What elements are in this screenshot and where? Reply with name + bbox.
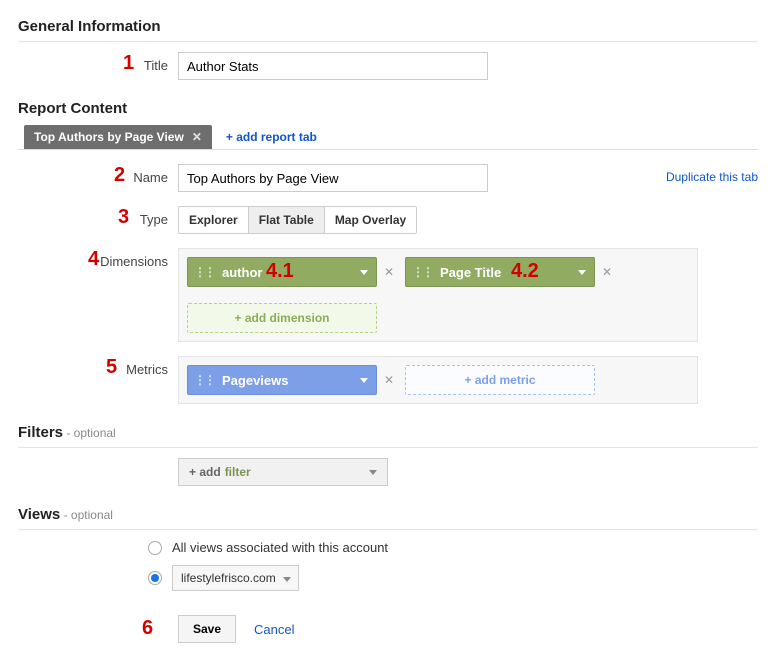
save-button[interactable]: Save	[178, 615, 236, 643]
dimensions-area: ⋮⋮ author 4.1 ✕ ⋮⋮ Page Title 4.2 ✕ + ad…	[178, 248, 698, 342]
chevron-down-icon	[360, 378, 368, 383]
title-label: Title 1	[18, 52, 178, 73]
type-button-group: Explorer Flat Table Map Overlay	[178, 206, 417, 234]
name-label: Name 2	[18, 164, 178, 185]
chevron-down-icon	[283, 577, 291, 582]
section-views-heading: Views - optional	[18, 500, 758, 530]
type-flat-table[interactable]: Flat Table	[249, 207, 325, 233]
annotation-3: 3	[118, 206, 129, 229]
chevron-down-icon	[578, 270, 586, 275]
views-all-label: All views associated with this account	[172, 540, 388, 555]
metrics-area: ⋮⋮ Pageviews ✕ + add metric	[178, 356, 698, 404]
chevron-down-icon	[369, 470, 377, 475]
section-filters-heading: Filters - optional	[18, 418, 758, 448]
annotation-6: 6	[142, 617, 153, 640]
add-metric-button[interactable]: + add metric	[405, 365, 595, 395]
annotation-4: 4	[88, 248, 99, 271]
name-input[interactable]	[178, 164, 488, 192]
dimension-pill-author[interactable]: ⋮⋮ author 4.1	[187, 257, 377, 287]
dimension-pill-page-title[interactable]: ⋮⋮ Page Title 4.2	[405, 257, 595, 287]
drag-grip-icon: ⋮⋮	[412, 265, 432, 279]
tab-active[interactable]: Top Authors by Page View ✕	[24, 125, 212, 149]
section-report-content-heading: Report Content	[18, 94, 758, 123]
annotation-1: 1	[123, 52, 134, 75]
remove-dimension-icon[interactable]: ✕	[381, 264, 397, 280]
tab-active-label: Top Authors by Page View	[34, 130, 184, 144]
save-spacer: 6	[18, 615, 178, 621]
filters-spacer	[18, 458, 178, 464]
add-report-tab[interactable]: + add report tab	[212, 125, 331, 149]
views-all-radio[interactable]	[148, 541, 162, 555]
views-select[interactable]: lifestylefrisco.com	[172, 565, 299, 591]
annotation-4-2: 4.2	[511, 260, 539, 283]
add-dimension-button[interactable]: + add dimension	[187, 303, 377, 333]
annotation-4-1: 4.1	[266, 260, 294, 283]
cancel-link[interactable]: Cancel	[254, 622, 294, 637]
annotation-5: 5	[106, 356, 117, 379]
remove-dimension-icon[interactable]: ✕	[599, 264, 615, 280]
remove-metric-icon[interactable]: ✕	[381, 372, 397, 388]
title-input[interactable]	[178, 52, 488, 80]
metric-pill-pageviews[interactable]: ⋮⋮ Pageviews	[187, 365, 377, 395]
views-specific-radio[interactable]	[148, 571, 162, 585]
tab-close-icon[interactable]: ✕	[192, 130, 202, 144]
dimensions-label: Dimensions 4	[18, 248, 178, 269]
type-explorer[interactable]: Explorer	[179, 207, 249, 233]
duplicate-tab-link[interactable]: Duplicate this tab	[666, 170, 758, 184]
type-label: Type 3	[18, 206, 178, 227]
metric-pill-label: Pageviews	[222, 373, 289, 388]
dimension-pill-label: Page Title	[440, 265, 501, 280]
annotation-2: 2	[114, 164, 125, 187]
section-general-heading: General Information	[18, 12, 758, 42]
chevron-down-icon	[360, 270, 368, 275]
dimension-pill-label: author	[222, 265, 262, 280]
report-tab-bar: Top Authors by Page View ✕ + add report …	[18, 125, 758, 150]
drag-grip-icon: ⋮⋮	[194, 265, 214, 279]
add-filter-button[interactable]: + add filter	[178, 458, 388, 486]
metrics-label: Metrics 5	[18, 356, 178, 377]
type-map-overlay[interactable]: Map Overlay	[325, 207, 416, 233]
drag-grip-icon: ⋮⋮	[194, 373, 214, 387]
